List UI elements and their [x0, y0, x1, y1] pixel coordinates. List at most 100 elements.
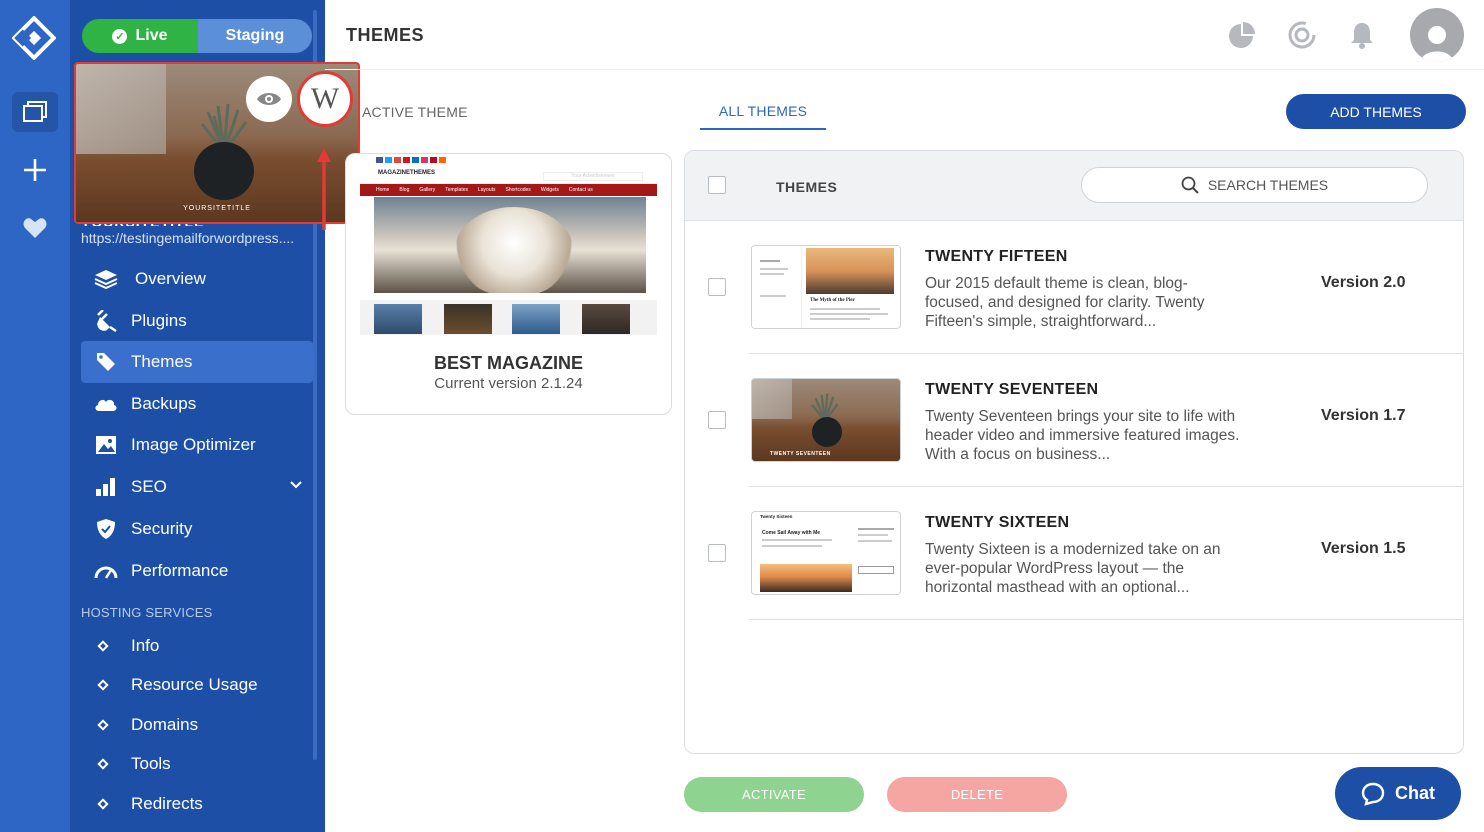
tab-active-theme[interactable]: ACTIVE THEME: [362, 104, 468, 120]
layers-icon: [81, 269, 131, 289]
favorites-heart-icon[interactable]: [12, 208, 58, 248]
delete-button[interactable]: DELETE: [887, 777, 1067, 812]
thumb-logo: MAGAZINETHEMES: [378, 170, 435, 176]
theme-thumbnail: Twenty Sixteen Come Sail Away with Me: [751, 511, 901, 595]
themes-column-label: THEMES: [776, 179, 838, 195]
theme-description: Twenty Seventeen brings your site to lif…: [925, 408, 1240, 463]
activate-button[interactable]: ACTIVATE: [684, 777, 864, 812]
diamond-icon: [81, 719, 131, 731]
sidebar-item-label: Redirects: [131, 794, 203, 813]
sidebar-item-image-optimizer[interactable]: Image Optimizer: [81, 424, 313, 466]
row-checkbox[interactable]: [708, 544, 726, 562]
site-url[interactable]: https://testingemailforwordpress....: [81, 230, 311, 246]
thumb-caption: The Myth of the Pier: [810, 298, 855, 303]
add-themes-button[interactable]: ADD THEMES: [1286, 94, 1466, 129]
diamond-icon: [81, 798, 131, 810]
sidebar-item-themes[interactable]: Themes: [81, 341, 313, 383]
theme-version: Version 1.7: [1321, 407, 1406, 424]
row-checkbox[interactable]: [708, 278, 726, 296]
sidebar-item-label: Domains: [131, 715, 199, 734]
sidebar-item-label: Themes: [131, 352, 193, 371]
theme-name: TWENTY FIFTEEN: [925, 248, 1068, 265]
wordpress-icon[interactable]: W: [297, 71, 353, 127]
sidebar-item-plugins[interactable]: Plugins: [81, 300, 313, 342]
bell-icon[interactable]: [1347, 20, 1377, 50]
pie-chart-icon[interactable]: [1226, 20, 1256, 50]
select-all-checkbox[interactable]: [708, 176, 726, 194]
theme-description: Our 2015 default theme is clean, blog-fo…: [925, 275, 1205, 330]
search-icon: [1181, 176, 1199, 194]
live-label: Live: [135, 27, 168, 44]
chat-label: Chat: [1395, 783, 1435, 803]
active-theme-version: Current version 2.1.24: [434, 375, 583, 392]
chat-button[interactable]: Chat: [1335, 767, 1461, 820]
pot-image: [194, 142, 254, 200]
sidebar-item-security[interactable]: Security: [81, 508, 313, 550]
thumb-caption: TWENTY SEVENTEEN: [770, 451, 831, 457]
sidebar-item-seo[interactable]: SEO: [81, 466, 313, 508]
red-arrow-icon: [317, 148, 331, 230]
brush-icon: [81, 351, 131, 373]
theme-description: Twenty Sixteen is a modernized take on a…: [925, 541, 1221, 596]
sidebar-item-redirects[interactable]: Redirects: [81, 789, 203, 819]
cloud-icon: [81, 396, 131, 412]
table-row[interactable]: TWENTY SEVENTEEN TWENTY SEVENTEEN Twenty…: [685, 354, 1463, 487]
active-theme-card[interactable]: MAGAZINETHEMES Your Advertisement Home Bl…: [345, 153, 672, 415]
thumb-nav: Home Blog Gallery Templates Layouts Shortcode…: [360, 184, 657, 196]
brand-logo-icon[interactable]: [12, 16, 56, 60]
thumb-gallery: [360, 300, 657, 335]
themes-list-panel: THEMES SEARCH THEMES The Myth of the Pie…: [684, 150, 1464, 754]
theme-version: Version 2.0: [1321, 274, 1406, 291]
refresh-gauge-icon[interactable]: [1287, 20, 1317, 50]
sidebar-item-label: Info: [131, 636, 160, 655]
diamond-icon: [81, 679, 131, 691]
sidebar-item-tools[interactable]: Tools: [81, 749, 171, 779]
user-icon: [1421, 26, 1453, 62]
sidebar-item-backups[interactable]: Backups: [81, 383, 313, 425]
sidebar-item-label: Image Optimizer: [131, 435, 256, 454]
row-divider: [749, 619, 1463, 620]
diamond-icon: [81, 640, 131, 652]
chat-bubble-icon: [1361, 782, 1385, 806]
row-checkbox[interactable]: [708, 411, 726, 429]
sidebar-item-label: Resource Usage: [131, 675, 258, 694]
top-bar: THEMES: [325, 0, 1484, 70]
bar-chart-icon: [81, 478, 131, 496]
table-row[interactable]: The Myth of the Pier TWENTY FIFTEEN Our …: [685, 221, 1463, 354]
active-theme-thumbnail: MAGAZINETHEMES Your Advertisement Home Bl…: [360, 154, 657, 335]
sidebar-item-label: SEO: [131, 477, 167, 496]
thumb-brand: Twenty Sixteen: [760, 514, 793, 519]
add-site-icon[interactable]: [12, 150, 58, 190]
sidebar-item-performance[interactable]: Performance: [81, 550, 313, 592]
table-row[interactable]: Twenty Sixteen Come Sail Away with Me TW…: [685, 487, 1463, 620]
live-button[interactable]: ✓ Live: [82, 19, 198, 53]
sidebar-item-resource-usage[interactable]: Resource Usage: [81, 670, 258, 700]
sidebar-item-info[interactable]: Info: [81, 631, 159, 661]
image-icon: [81, 435, 131, 455]
sidebar-item-label: Plugins: [131, 311, 187, 330]
diamond-icon: [81, 758, 131, 770]
sidebar-item-label: Backups: [131, 394, 197, 413]
theme-version: Version 1.5: [1321, 540, 1406, 557]
thumb-ad: Your Advertisement: [543, 172, 643, 181]
sidebar-item-label: Tools: [131, 754, 171, 773]
active-theme-name: BEST MAGAZINE: [433, 353, 583, 373]
eye-icon[interactable]: [246, 76, 292, 122]
sidebar-item-overview[interactable]: Overview: [81, 258, 313, 300]
avatar[interactable]: [1410, 8, 1464, 62]
sidebar-item-domains[interactable]: Domains: [81, 710, 198, 740]
search-placeholder: SEARCH THEMES: [1207, 177, 1329, 193]
thumb-hero-image: [374, 197, 646, 293]
environment-toggle: ✓ Live Staging: [82, 19, 312, 53]
theme-name: TWENTY SIXTEEN: [925, 514, 1070, 531]
thumb-caption: Come Sail Away with Me: [762, 530, 821, 536]
sidebar-item-label: Security: [131, 519, 193, 538]
sidebar-item-label: Performance: [131, 561, 229, 580]
staging-button[interactable]: Staging: [198, 19, 312, 53]
shield-icon: [81, 518, 131, 540]
chevron-down-icon[interactable]: [289, 478, 303, 492]
themes-list-header: THEMES SEARCH THEMES: [685, 151, 1463, 221]
sites-icon[interactable]: [12, 92, 58, 132]
tab-all-themes[interactable]: ALL THEMES: [700, 103, 826, 130]
search-input[interactable]: SEARCH THEMES: [1081, 167, 1428, 203]
